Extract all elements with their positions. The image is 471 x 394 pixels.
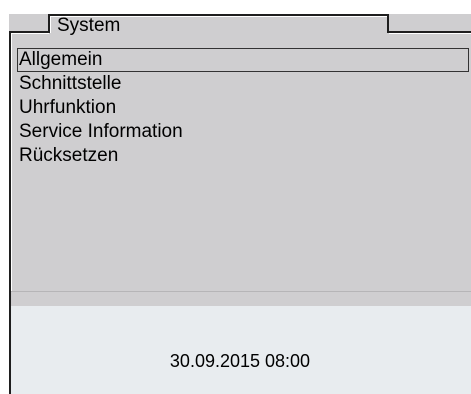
menu-item-service-information[interactable]: Service Information [17,120,469,144]
menu-item-allgemein[interactable]: Allgemein [17,48,469,72]
status-datetime: 30.09.2015 08:00 [169,351,311,371]
tab-highlight-left [50,16,51,33]
frame-highlight-top-left [11,33,49,34]
menu-item-uhrfunktion[interactable]: Uhrfunktion [17,96,469,120]
system-menu: Allgemein Schnittstelle Uhrfunktion Serv… [17,48,469,168]
frame-highlight-top-right [389,33,471,34]
frame-highlight-left [11,33,12,292]
tab-title-system[interactable]: System [57,15,120,37]
panel-bottom-edge [11,291,471,292]
menu-item-schnittstelle[interactable]: Schnittstelle [17,72,469,96]
menu-item-ruecksetzen[interactable]: Rücksetzen [17,144,469,168]
